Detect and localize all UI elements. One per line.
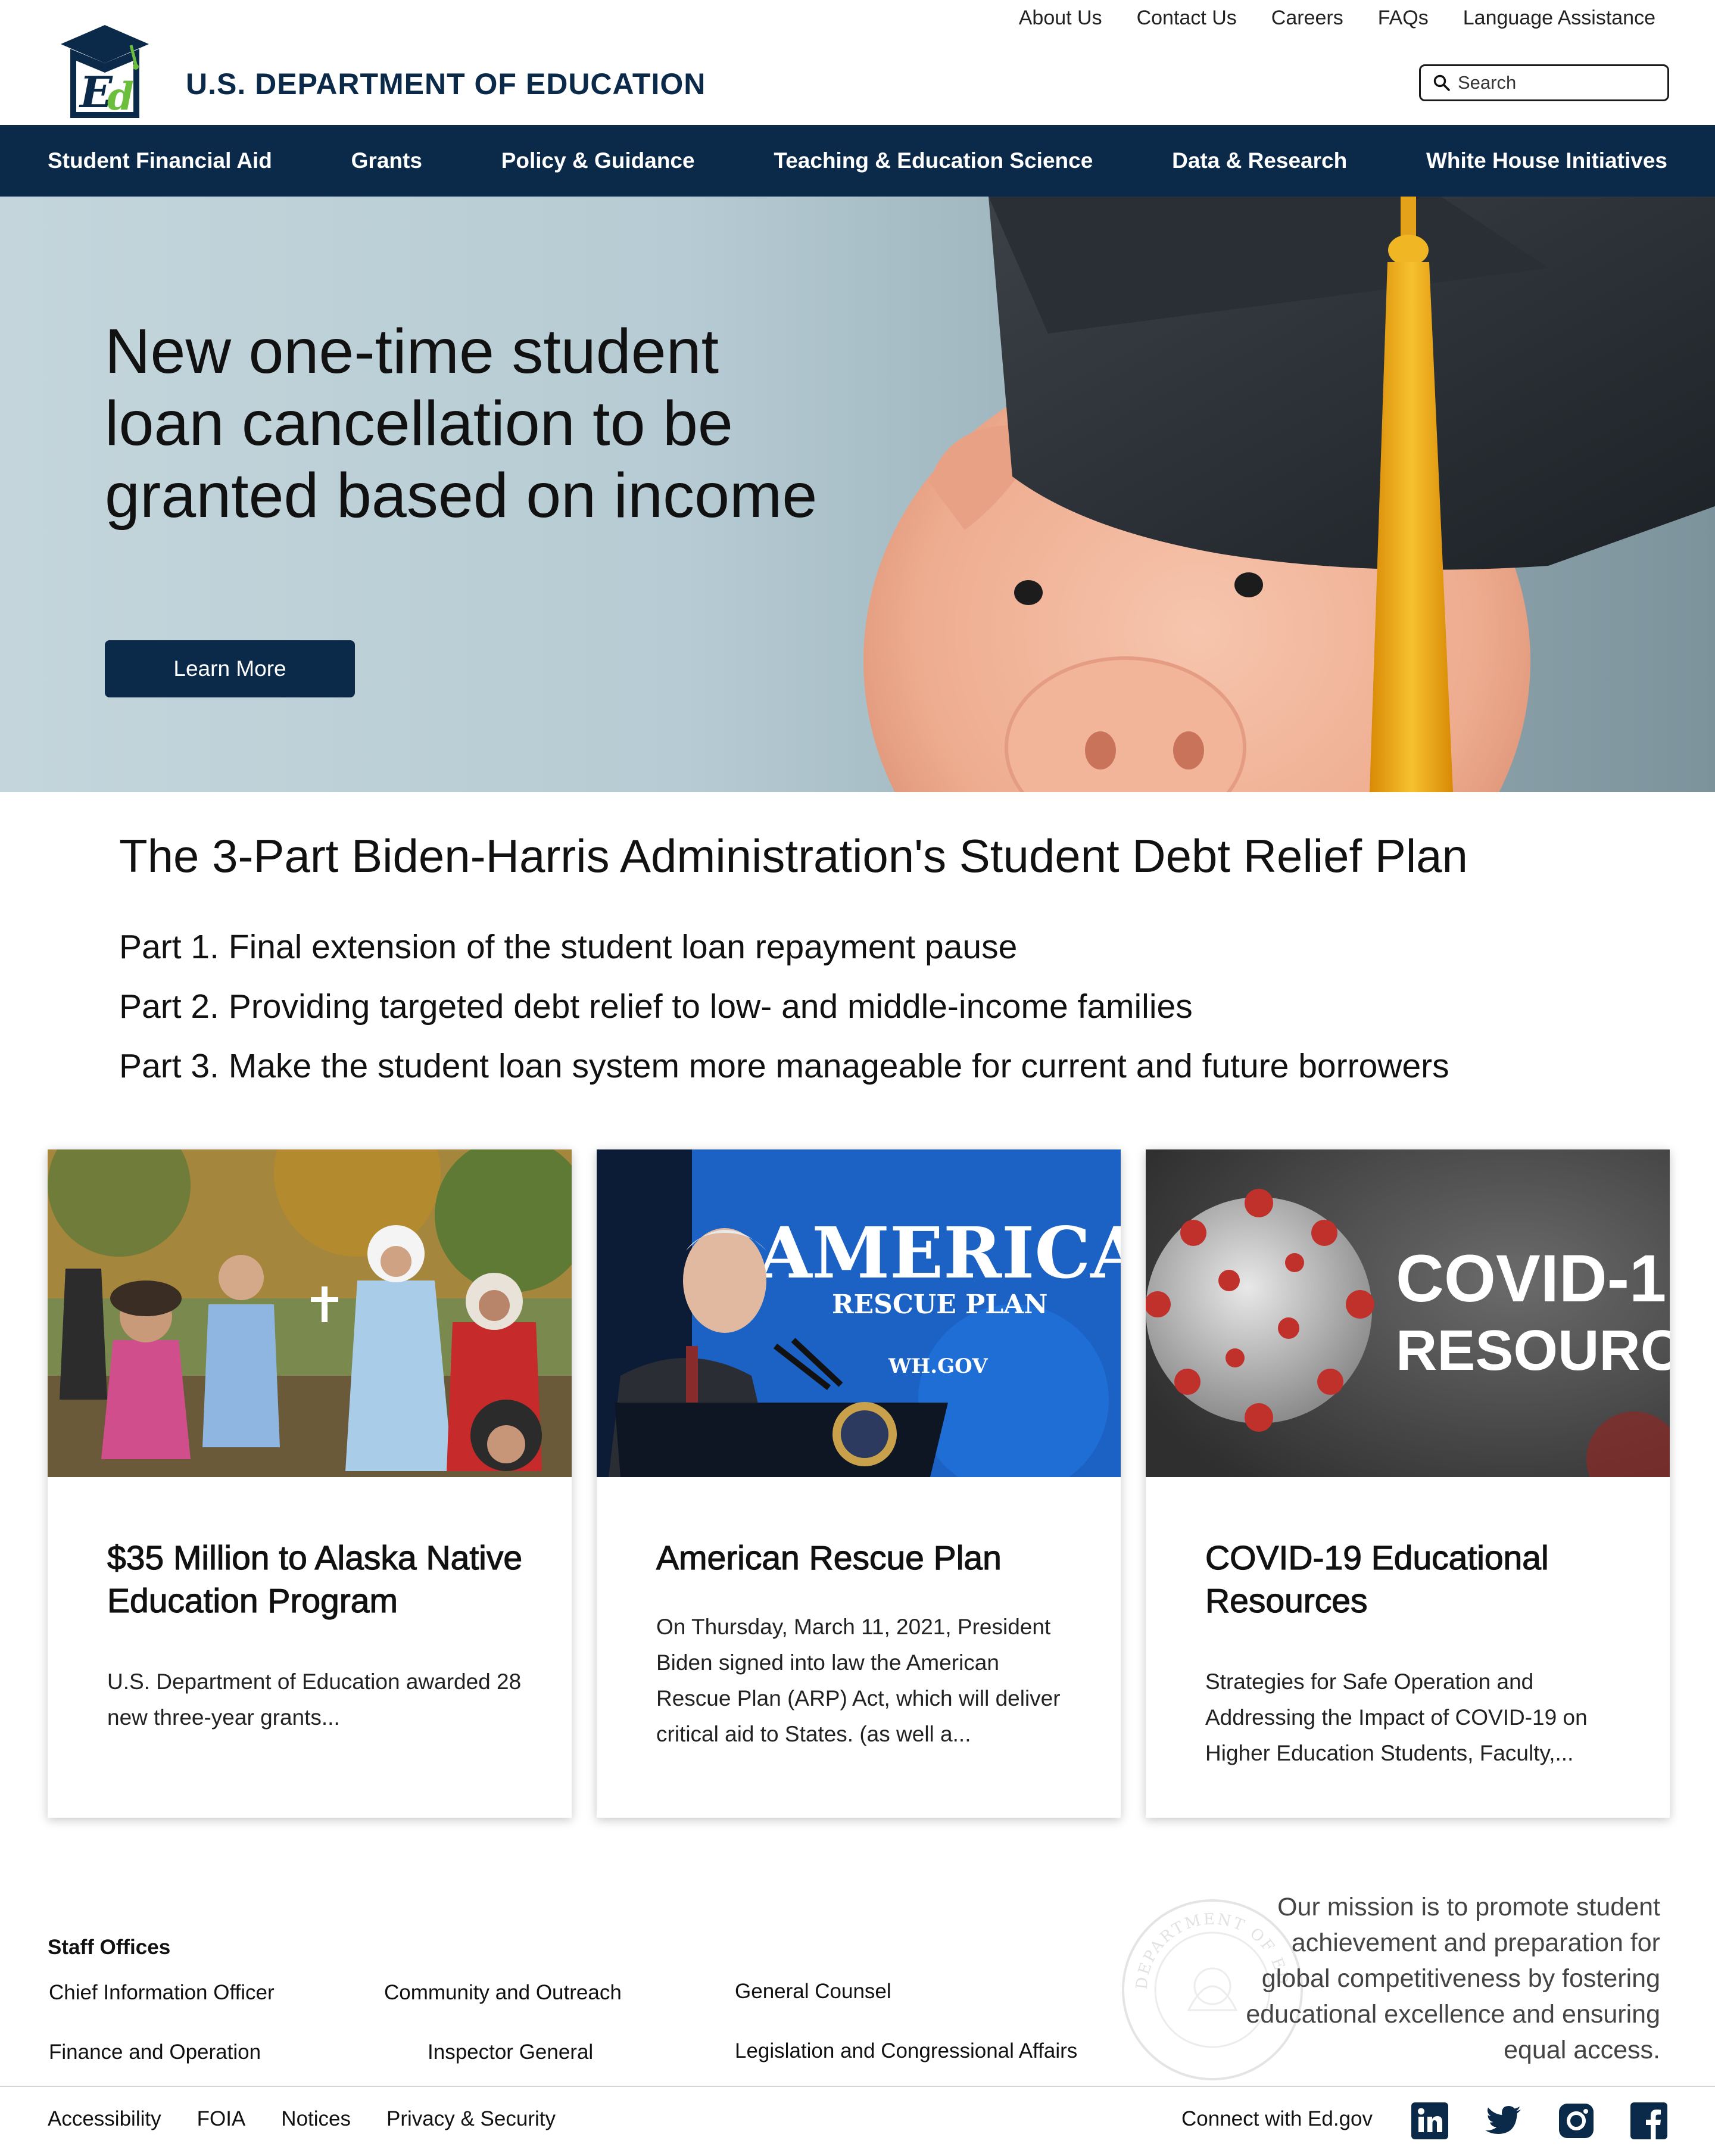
utility-link-language-assistance[interactable]: Language Assistance [1446, 4, 1655, 32]
staff-link-finance-operation[interactable]: Finance and Operation [49, 2040, 261, 2064]
svg-text:d: d [107, 74, 134, 119]
covid-virus-image: COVID-1 RESOURCE [1146, 1149, 1670, 1477]
image-text-covid: COVID-1 [1396, 1241, 1666, 1316]
facebook-icon[interactable] [1630, 2102, 1667, 2139]
card-title[interactable]: American Rescue Plan [656, 1537, 1073, 1579]
main-nav: Student Financial Aid Grants Policy & Gu… [0, 125, 1715, 197]
plan-parts-list: Part 1. Final extension of the student l… [119, 917, 1449, 1096]
card-alaska-native[interactable]: $35 Million to Alaska Native Education P… [48, 1149, 572, 1818]
card-summary: Strategies for Safe Operation and Addres… [1205, 1669, 1588, 1765]
plan-part-3: Part 3. Make the student loan system mor… [119, 1047, 1449, 1085]
card-summary: U.S. Department of Education awarded 28 … [107, 1669, 522, 1730]
search-icon [1433, 74, 1450, 91]
utility-link-about-us[interactable]: About Us [1002, 4, 1120, 32]
hero-banner: New one-time student loan cancellation t… [0, 197, 1715, 792]
staff-link-general-counsel[interactable]: General Counsel [735, 1980, 891, 2004]
mission-statement: Our mission is to promote student achiev… [1246, 1893, 1660, 2064]
plan-title: The 3-Part Biden-Harris Administration's… [119, 830, 1468, 882]
card-american-rescue-plan[interactable]: AMERICAN RESCUE PLAN WH.GOV American Res… [597, 1149, 1121, 1818]
plan-part-2: Part 2. Providing targeted debt relief t… [119, 987, 1193, 1026]
staff-offices-heading: Staff Offices [48, 1936, 171, 1959]
nav-item-grants[interactable]: Grants [351, 148, 422, 173]
plan-part-1: Part 1. Final extension of the student l… [119, 928, 1018, 966]
nav-item-student-financial-aid[interactable]: Student Financial Aid [48, 148, 272, 173]
card-body: COVID-19 Educational Resources Strategie… [1205, 1537, 1622, 1771]
utility-nav: About Us Contact Us Careers FAQs Languag… [1002, 4, 1655, 32]
nav-item-teaching-education-science[interactable]: Teaching & Education Science [774, 148, 1093, 173]
card-covid-resources[interactable]: COVID-1 RESOURCE COVID-19 Educational Re… [1146, 1149, 1670, 1818]
twitter-icon[interactable] [1485, 2102, 1522, 2139]
search-input[interactable] [1458, 72, 1660, 94]
staff-link-community-outreach[interactable]: Community and Outreach [384, 1981, 622, 2005]
utility-link-careers[interactable]: Careers [1254, 4, 1361, 32]
connect-label: Connect with Ed.gov [1181, 2107, 1373, 2130]
agency-name[interactable]: U.S. DEPARTMENT OF EDUCATION [186, 67, 706, 101]
utility-link-contact-us[interactable]: Contact Us [1120, 4, 1254, 32]
footer-links: Accessibility FOIA Notices Privacy & Sec… [48, 2107, 556, 2131]
card-body: $35 Million to Alaska Native Education P… [107, 1537, 524, 1736]
image-text-resources: RESOURCE [1396, 1319, 1670, 1382]
nav-item-data-research[interactable]: Data & Research [1172, 148, 1347, 173]
staff-link-legislation-congressional-affairs[interactable]: Legislation and Congressional Affairs [735, 2039, 1077, 2063]
hero-title: New one-time student loan cancellation t… [105, 316, 818, 531]
card-body: American Rescue Plan On Thursday, March … [656, 1537, 1073, 1752]
footer-link-accessibility[interactable]: Accessibility [48, 2107, 161, 2131]
nav-item-white-house-initiatives[interactable]: White House Initiatives [1426, 148, 1667, 173]
news-cards: $35 Million to Alaska Native Education P… [48, 1149, 1670, 1818]
staff-link-inspector-general[interactable]: Inspector General [428, 2040, 593, 2064]
nav-item-policy-guidance[interactable]: Policy & Guidance [501, 148, 695, 173]
card-title[interactable]: $35 Million to Alaska Native Education P… [107, 1537, 524, 1622]
staff-link-chief-information-officer[interactable]: Chief Information Officer [49, 1981, 275, 2005]
card-summary: On Thursday, March 11, 2021, President B… [656, 1615, 1061, 1746]
footer-divider [0, 2086, 1715, 2087]
search-box[interactable] [1419, 64, 1669, 101]
footer-link-foia[interactable]: FOIA [197, 2107, 246, 2131]
image-text-rescue-plan: RESCUE PLAN [832, 1289, 1048, 1320]
card-title[interactable]: COVID-19 Educational Resources [1205, 1537, 1622, 1622]
footer-link-notices[interactable]: Notices [281, 2107, 351, 2131]
image-text-wh-gov: WH.GOV [888, 1354, 988, 1378]
image-text-american: AMERICAN [757, 1211, 1121, 1294]
instagram-icon[interactable] [1558, 2102, 1595, 2139]
footer-link-privacy-security[interactable]: Privacy & Security [386, 2107, 556, 2131]
american-rescue-plan-image: AMERICAN RESCUE PLAN WH.GOV [597, 1149, 1121, 1477]
site-header: About Us Contact Us Careers FAQs Languag… [0, 0, 1715, 125]
ed-logo-icon[interactable]: E d [60, 23, 150, 124]
alaska-native-dancers-image [48, 1149, 572, 1477]
utility-link-faqs[interactable]: FAQs [1361, 4, 1446, 32]
learn-more-button[interactable]: Learn More [105, 640, 355, 697]
linkedin-icon[interactable] [1411, 2102, 1448, 2139]
